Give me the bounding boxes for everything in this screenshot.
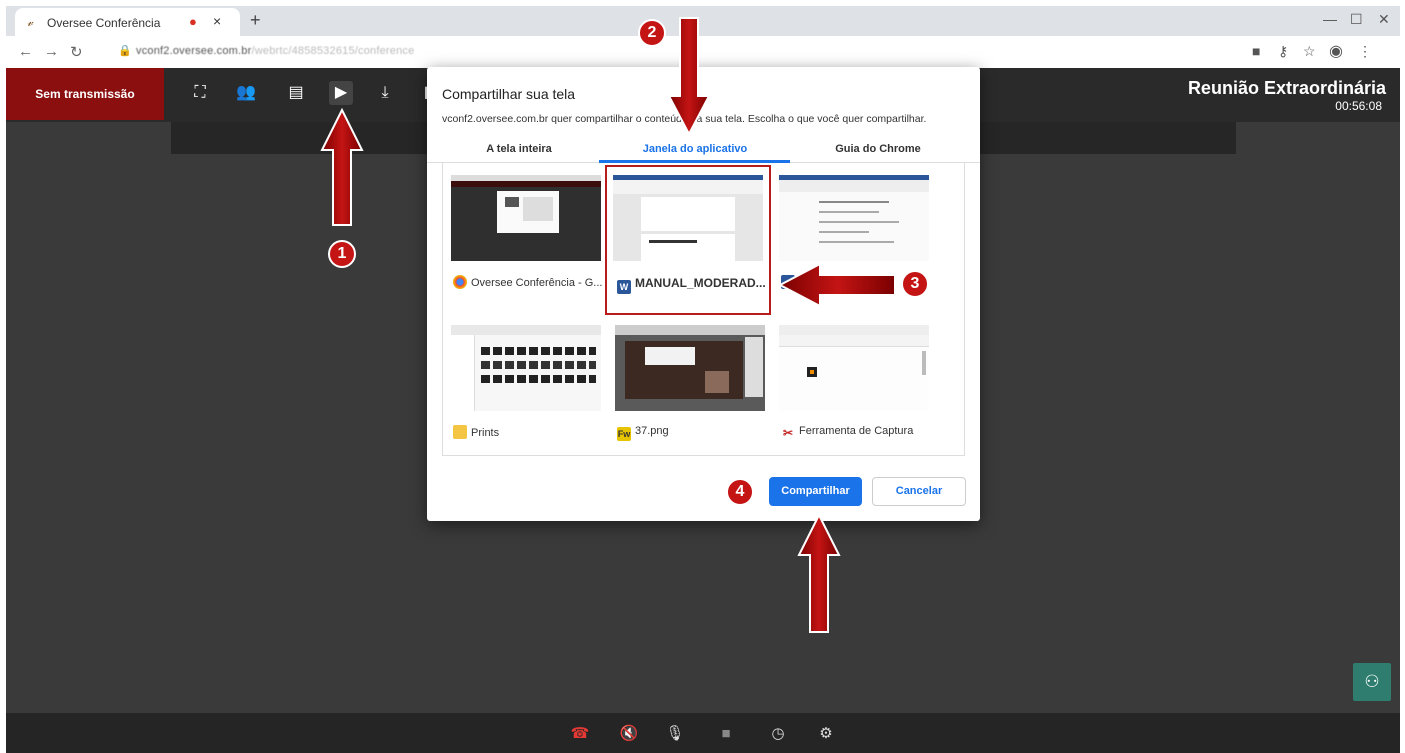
call-controls: ☎ 🔇 🎙 ■ ◷ ⚙ (6, 713, 1400, 753)
window-option[interactable]: Oversee Conferência - G... (443, 163, 602, 303)
window-label (781, 275, 799, 289)
camera-indicator-icon[interactable]: ■ (1252, 43, 1260, 59)
video-camera-icon[interactable]: ■ (716, 724, 736, 744)
window-label: Oversee Conferência - G... (453, 275, 602, 289)
url-text: vconf2.oversee.com.br/webrtc/4858532615/… (136, 45, 414, 57)
window-label: W MANUAL_MODERAD... (617, 276, 766, 294)
annotation-badge: 2 (638, 19, 666, 47)
menu-dots-icon[interactable]: ⋮ (1358, 43, 1372, 60)
clock-icon[interactable]: ◷ (768, 724, 788, 744)
screen-share-icon[interactable]: ▶ (329, 81, 353, 105)
download-icon[interactable]: ⤓ (373, 81, 397, 105)
word-icon: W (617, 280, 631, 294)
url-host: vconf2.oversee.com.br (136, 45, 252, 57)
fullscreen-icon[interactable]: ⛶ (188, 81, 212, 105)
recording-icon: ● (189, 14, 197, 29)
new-tab-button[interactable]: + (250, 10, 261, 31)
cancel-button[interactable]: Cancelar (872, 477, 966, 506)
annotation-badge: 1 (328, 240, 356, 268)
meeting-title: Reunião Extraordinária (1187, 78, 1386, 98)
browser-tab-strip: 𝓋 Oversee Conferência ● × + — ☐ ✕ (6, 6, 1400, 36)
tab-entire-screen[interactable]: A tela inteira (429, 143, 609, 155)
window-label: Prints (453, 425, 499, 439)
window-grid: Oversee Conferência - G... W MANUAL_MODER… (442, 163, 965, 456)
bookmark-star-icon[interactable]: ☆ (1303, 43, 1316, 60)
window-close-button[interactable]: ✕ (1378, 11, 1390, 28)
address-bar[interactable]: 🔒 vconf2.oversee.com.br/webrtc/485853261… (106, 40, 1246, 64)
live-stream-button[interactable]: Sem transmissão (6, 68, 164, 120)
window-option-selected[interactable]: W MANUAL_MODERAD... (605, 165, 771, 315)
settings-gear-icon[interactable]: ⚙ (816, 724, 836, 744)
dialog-title: Compartilhar sua tela (442, 86, 576, 102)
word-icon (781, 275, 795, 289)
window-label: ✂ Ferramenta de Captura (782, 425, 914, 440)
speaker-mute-icon[interactable]: 🔇 (619, 724, 639, 744)
meeting-timer: 00:56:08 (1335, 99, 1382, 113)
remove-user-button[interactable]: ⚇ (1353, 663, 1391, 701)
window-option[interactable]: ✂ Ferramenta de Captura (771, 313, 929, 453)
tab-application-window[interactable]: Janela do aplicativo (605, 143, 785, 155)
tab-chrome-tab[interactable]: Guia do Chrome (788, 143, 968, 155)
forward-arrow-icon[interactable]: → (44, 43, 59, 60)
window-label: Fw 37.png (617, 425, 669, 441)
url-path: /webrtc/4858532615/conference (251, 45, 415, 57)
fireworks-icon: Fw (617, 427, 631, 441)
microphone-muted-icon[interactable]: 🎙 (665, 724, 685, 744)
back-arrow-icon[interactable]: ← (18, 43, 33, 60)
maximize-button[interactable]: ☐ (1350, 11, 1363, 28)
reload-icon[interactable]: ↻ (70, 43, 83, 61)
share-button[interactable]: Compartilhar (769, 477, 862, 506)
key-icon[interactable]: ⚷ (1278, 43, 1288, 60)
share-screen-dialog: Compartilhar sua tela vconf2.oversee.com… (427, 67, 980, 521)
tab-close-icon[interactable]: × (213, 13, 221, 29)
snipping-tool-icon: ✂ (782, 426, 794, 440)
hang-up-icon[interactable]: ☎ (570, 724, 590, 744)
window-thumbnail (613, 175, 763, 261)
window-option[interactable]: Prints (443, 313, 601, 453)
browser-toolbar: ← → ↻ 🔒 vconf2.oversee.com.br/webrtc/485… (6, 36, 1400, 68)
folder-icon (453, 425, 467, 439)
window-thumbnail (779, 175, 929, 261)
chrome-icon (453, 275, 467, 289)
dialog-description: vconf2.oversee.com.br quer compartilhar … (442, 113, 927, 125)
profile-icon[interactable]: ◉ (1329, 41, 1343, 61)
window-thumbnail (779, 325, 929, 411)
annotation-badge: 4 (726, 478, 754, 506)
oversee-logo-icon: 𝓋 (27, 15, 33, 29)
window-thumbnail (451, 325, 601, 411)
chat-icon[interactable]: ▤ (284, 81, 308, 105)
lock-icon: 🔒 (118, 45, 132, 57)
window-thumbnail (615, 325, 765, 411)
window-option[interactable]: Fw 37.png (607, 313, 765, 453)
minimize-button[interactable]: — (1323, 11, 1337, 27)
screenshot-frame: 𝓋 Oversee Conferência ● × + — ☐ ✕ ← → ↻ … (0, 0, 1405, 753)
share-source-tabs: A tela inteira Janela do aplicativo Guia… (427, 137, 980, 163)
browser-tab-title: Oversee Conferência (47, 16, 161, 30)
window-thumbnail (451, 175, 601, 261)
annotation-badge: 3 (901, 270, 929, 298)
browser-tab[interactable]: 𝓋 Oversee Conferência ● × (15, 8, 240, 36)
participants-icon[interactable]: 👥 (234, 81, 258, 105)
